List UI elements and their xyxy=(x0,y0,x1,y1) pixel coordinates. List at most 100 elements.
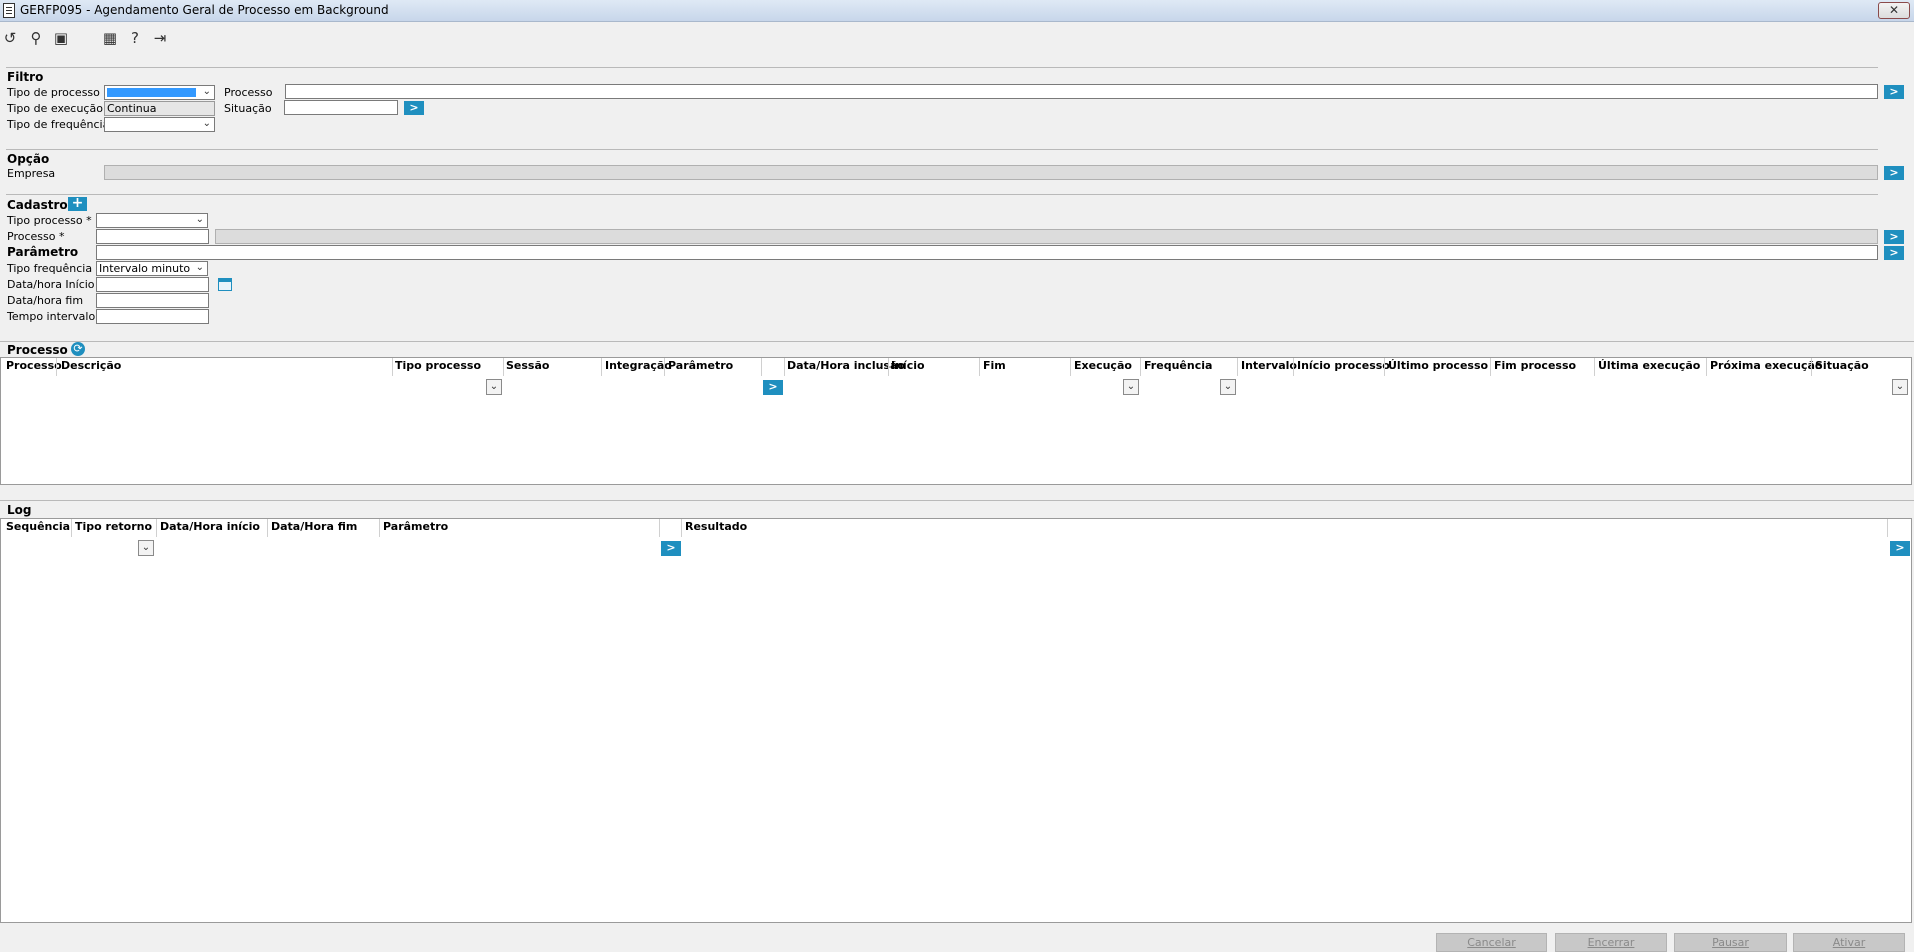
empresa-go-button[interactable]: > xyxy=(1884,166,1904,180)
column-header[interactable]: Data/Hora fim xyxy=(271,520,357,533)
column-header[interactable]: Tipo retorno xyxy=(75,520,152,533)
column-header[interactable]: Tipo processo xyxy=(395,359,481,372)
processo-input[interactable] xyxy=(285,84,1878,99)
column-separator xyxy=(664,358,665,376)
column-header[interactable]: Parâmetro xyxy=(668,359,733,372)
data-fim-label: Data/hora fim xyxy=(7,294,84,307)
column-separator xyxy=(761,358,762,376)
window-title: GERFP095 - Agendamento Geral de Processo… xyxy=(20,3,389,17)
column-header[interactable]: Início xyxy=(891,359,925,372)
column-header[interactable]: Data/Hora início xyxy=(160,520,260,533)
tempo-intervalo-input[interactable] xyxy=(96,309,209,324)
tipo-frequencia-select[interactable]: ⌄ xyxy=(104,117,215,132)
activate-button[interactable]: Ativar xyxy=(1793,933,1905,952)
tipo-processo-label: Tipo de processo xyxy=(7,86,100,99)
column-separator xyxy=(1811,358,1812,376)
calendar-icon[interactable] xyxy=(218,278,232,291)
processo-table[interactable]: Processo Descrição Tipo processo Sessão … xyxy=(0,357,1912,485)
empresa-input[interactable] xyxy=(104,165,1878,180)
cadastro-tipo-frequencia-select[interactable]: Intervalo minuto ⌄ xyxy=(96,261,208,276)
column-separator xyxy=(392,358,393,376)
tipo-processo-label: Tipo processo * xyxy=(7,214,92,227)
refresh-icon[interactable]: ⟳ xyxy=(71,342,85,356)
column-header[interactable]: Fim processo xyxy=(1494,359,1576,372)
undo-icon[interactable]: ↺ xyxy=(1,29,19,47)
column-header[interactable]: Execução xyxy=(1074,359,1132,372)
calendar-icon[interactable]: ▦ xyxy=(101,29,119,47)
situacao-go-button[interactable]: > xyxy=(404,101,424,115)
tipo-frequencia-label: Tipo frequência * xyxy=(7,262,102,275)
column-separator xyxy=(56,358,57,376)
section-title-processo: Processo xyxy=(7,343,68,357)
tipo-frequencia-label: Tipo de frequência xyxy=(7,118,110,131)
divider xyxy=(0,500,1914,501)
processo-go-button[interactable]: > xyxy=(1884,85,1904,99)
column-separator xyxy=(1887,519,1888,537)
column-header[interactable]: Próxima execução xyxy=(1710,359,1823,372)
parametro-go-button[interactable]: > xyxy=(1884,246,1904,260)
divider xyxy=(6,67,1878,68)
help-icon[interactable]: ? xyxy=(126,29,144,47)
pause-button[interactable]: Pausar xyxy=(1674,933,1787,952)
parametro-input[interactable] xyxy=(96,245,1878,260)
chevron-down-icon: ⌄ xyxy=(202,86,211,97)
divider xyxy=(6,194,1878,195)
column-header[interactable]: Processo xyxy=(6,359,62,372)
chevron-down-icon: ⌄ xyxy=(195,262,204,273)
column-header[interactable]: Integração xyxy=(605,359,672,372)
encerrar-button[interactable]: Encerrar xyxy=(1555,933,1667,952)
tipo-processo-select[interactable]: ⌄ xyxy=(104,85,215,100)
column-separator xyxy=(1384,358,1385,376)
column-header[interactable]: Sequência xyxy=(6,520,70,533)
processo-label: Processo xyxy=(224,86,273,99)
divider xyxy=(6,149,1878,150)
tipo-processo-filter-dropdown[interactable]: ⌄ xyxy=(486,379,502,395)
save-icon[interactable]: ▣ xyxy=(52,29,70,47)
search-icon[interactable]: ⚲ xyxy=(27,29,45,47)
column-header[interactable]: Frequência xyxy=(1144,359,1212,372)
column-separator xyxy=(379,519,380,537)
column-header[interactable]: Situação xyxy=(1815,359,1869,372)
situacao-input[interactable] xyxy=(284,100,398,115)
tipo-retorno-filter-dropdown[interactable]: ⌄ xyxy=(138,540,154,556)
section-title-log: Log xyxy=(7,503,32,517)
column-header[interactable]: Último processo xyxy=(1388,359,1488,372)
column-header[interactable]: Resultado xyxy=(685,520,747,533)
data-fim-input[interactable] xyxy=(96,293,209,308)
column-header[interactable]: Parâmetro xyxy=(383,520,448,533)
parametro-filter-go-button[interactable]: > xyxy=(763,380,783,395)
column-header[interactable]: Início processo xyxy=(1297,359,1390,372)
column-separator xyxy=(156,519,157,537)
frequencia-filter-dropdown[interactable]: ⌄ xyxy=(1220,379,1236,395)
situacao-filter-dropdown[interactable]: ⌄ xyxy=(1892,379,1908,395)
exit-icon[interactable]: ⇥ xyxy=(151,29,169,47)
divider xyxy=(0,341,1914,342)
empresa-label: Empresa xyxy=(7,167,56,180)
dropdown-option-continua[interactable]: Continua xyxy=(104,101,215,116)
resultado-go-button[interactable]: > xyxy=(1890,541,1910,556)
column-separator xyxy=(1140,358,1141,376)
column-separator xyxy=(1070,358,1071,376)
section-title-filtro: Filtro xyxy=(7,70,44,84)
tempo-intervalo-label: Tempo intervalo xyxy=(7,310,96,323)
section-title-cadastro: Cadastro xyxy=(7,198,68,212)
column-header[interactable]: Intervalo xyxy=(1241,359,1297,372)
cadastro-processo-go-button[interactable]: > xyxy=(1884,230,1904,244)
column-header[interactable]: Descrição xyxy=(61,359,121,372)
close-button[interactable]: ✕ xyxy=(1878,2,1910,19)
cadastro-tipo-processo-select[interactable]: ⌄ xyxy=(96,213,208,228)
column-header[interactable]: Sessão xyxy=(506,359,549,372)
cadastro-processo-input[interactable] xyxy=(96,229,209,244)
add-button[interactable]: + xyxy=(68,196,87,211)
column-header[interactable]: Última execução xyxy=(1598,359,1700,372)
execucao-filter-dropdown[interactable]: ⌄ xyxy=(1123,379,1139,395)
data-inicio-input[interactable] xyxy=(96,277,209,292)
column-separator xyxy=(503,358,504,376)
chevron-down-icon: ⌄ xyxy=(195,214,204,225)
column-separator xyxy=(1490,358,1491,376)
log-table[interactable]: Sequência Tipo retorno Data/Hora início … xyxy=(0,518,1912,923)
cancel-button[interactable]: Cancelar xyxy=(1436,933,1547,952)
column-header[interactable]: Fim xyxy=(983,359,1006,372)
column-separator xyxy=(1293,358,1294,376)
log-parametro-go-button[interactable]: > xyxy=(661,541,681,556)
